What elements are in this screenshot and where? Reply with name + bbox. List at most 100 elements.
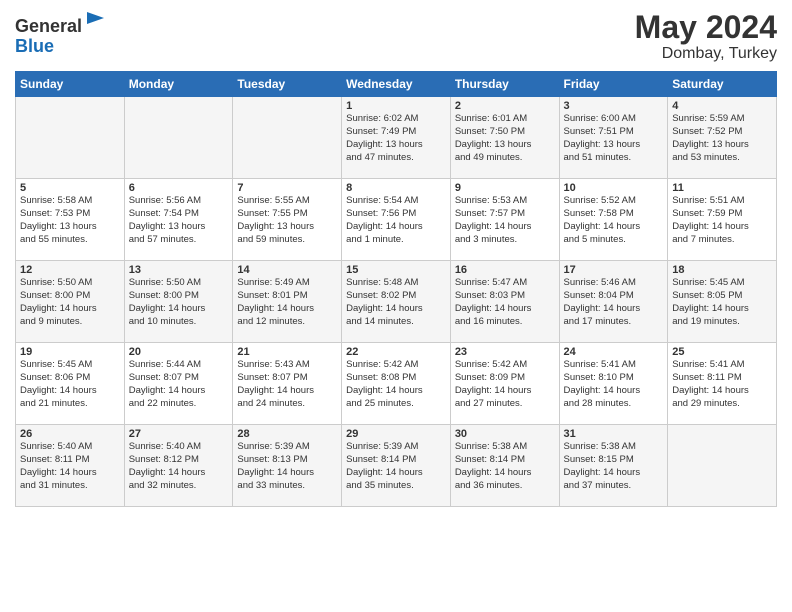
- cell-line: Daylight: 13 hours: [564, 139, 664, 152]
- calendar-cell: 10Sunrise: 5:52 AMSunset: 7:58 PMDayligh…: [559, 179, 668, 261]
- cell-line: Daylight: 14 hours: [346, 303, 446, 316]
- day-number: 9: [455, 182, 555, 194]
- day-number: 2: [455, 100, 555, 112]
- cell-content: Sunrise: 5:52 AMSunset: 7:58 PMDaylight:…: [564, 195, 664, 246]
- cell-line: Sunrise: 5:49 AM: [237, 277, 337, 290]
- day-number: 21: [237, 346, 337, 358]
- cell-line: Sunrise: 5:46 AM: [564, 277, 664, 290]
- cell-content: Sunrise: 5:55 AMSunset: 7:55 PMDaylight:…: [237, 195, 337, 246]
- cell-content: Sunrise: 5:47 AMSunset: 8:03 PMDaylight:…: [455, 277, 555, 328]
- day-number: 5: [20, 182, 120, 194]
- cell-line: Sunrise: 5:40 AM: [129, 441, 229, 454]
- cell-line: Daylight: 14 hours: [237, 303, 337, 316]
- cell-line: Sunset: 8:15 PM: [564, 454, 664, 467]
- cell-line: and 25 minutes.: [346, 398, 446, 411]
- cell-line: Daylight: 13 hours: [455, 139, 555, 152]
- cell-line: and 5 minutes.: [564, 234, 664, 247]
- calendar-cell: 8Sunrise: 5:54 AMSunset: 7:56 PMDaylight…: [342, 179, 451, 261]
- cell-line: Sunrise: 5:38 AM: [564, 441, 664, 454]
- cell-line: Sunrise: 5:41 AM: [672, 359, 772, 372]
- cell-line: and 17 minutes.: [564, 316, 664, 329]
- cell-line: Sunrise: 5:42 AM: [455, 359, 555, 372]
- cell-line: and 53 minutes.: [672, 152, 772, 165]
- cell-line: and 31 minutes.: [20, 480, 120, 493]
- cell-line: Sunset: 8:08 PM: [346, 372, 446, 385]
- cell-line: and 7 minutes.: [672, 234, 772, 247]
- cell-line: Sunrise: 5:52 AM: [564, 195, 664, 208]
- calendar-cell: 3Sunrise: 6:00 AMSunset: 7:51 PMDaylight…: [559, 97, 668, 179]
- calendar-cell: 5Sunrise: 5:58 AMSunset: 7:53 PMDaylight…: [16, 179, 125, 261]
- day-number: 12: [20, 264, 120, 276]
- cell-content: Sunrise: 5:39 AMSunset: 8:14 PMDaylight:…: [346, 441, 446, 492]
- cell-line: Sunrise: 6:01 AM: [455, 113, 555, 126]
- cell-content: Sunrise: 6:02 AMSunset: 7:49 PMDaylight:…: [346, 113, 446, 164]
- cell-line: and 49 minutes.: [455, 152, 555, 165]
- cell-line: and 35 minutes.: [346, 480, 446, 493]
- cell-line: Sunset: 7:55 PM: [237, 208, 337, 221]
- cell-line: and 37 minutes.: [564, 480, 664, 493]
- calendar-cell: 12Sunrise: 5:50 AMSunset: 8:00 PMDayligh…: [16, 261, 125, 343]
- day-number: 11: [672, 182, 772, 194]
- calendar-cell: 17Sunrise: 5:46 AMSunset: 8:04 PMDayligh…: [559, 261, 668, 343]
- cell-line: Sunset: 8:01 PM: [237, 290, 337, 303]
- cell-line: and 33 minutes.: [237, 480, 337, 493]
- cell-line: Sunrise: 6:00 AM: [564, 113, 664, 126]
- cell-line: Sunset: 8:13 PM: [237, 454, 337, 467]
- cell-line: Daylight: 14 hours: [455, 467, 555, 480]
- cell-line: Sunrise: 5:58 AM: [20, 195, 120, 208]
- cell-line: Sunset: 8:10 PM: [564, 372, 664, 385]
- cell-line: Sunset: 8:12 PM: [129, 454, 229, 467]
- cell-line: Sunset: 7:53 PM: [20, 208, 120, 221]
- week-row-3: 12Sunrise: 5:50 AMSunset: 8:00 PMDayligh…: [16, 261, 777, 343]
- cell-line: and 21 minutes.: [20, 398, 120, 411]
- calendar-cell: 27Sunrise: 5:40 AMSunset: 8:12 PMDayligh…: [124, 425, 233, 507]
- day-number: 26: [20, 428, 120, 440]
- col-header-saturday: Saturday: [668, 72, 777, 97]
- day-number: 10: [564, 182, 664, 194]
- cell-line: Sunset: 7:49 PM: [346, 126, 446, 139]
- cell-line: Daylight: 14 hours: [20, 303, 120, 316]
- cell-line: Sunset: 7:51 PM: [564, 126, 664, 139]
- day-number: 6: [129, 182, 229, 194]
- cell-content: Sunrise: 5:49 AMSunset: 8:01 PMDaylight:…: [237, 277, 337, 328]
- day-number: 25: [672, 346, 772, 358]
- cell-line: Sunrise: 5:59 AM: [672, 113, 772, 126]
- cell-line: Daylight: 14 hours: [672, 385, 772, 398]
- cell-content: Sunrise: 5:56 AMSunset: 7:54 PMDaylight:…: [129, 195, 229, 246]
- cell-content: Sunrise: 5:48 AMSunset: 8:02 PMDaylight:…: [346, 277, 446, 328]
- cell-line: and 16 minutes.: [455, 316, 555, 329]
- cell-line: Sunset: 7:57 PM: [455, 208, 555, 221]
- calendar-cell: 31Sunrise: 5:38 AMSunset: 8:15 PMDayligh…: [559, 425, 668, 507]
- cell-content: Sunrise: 6:01 AMSunset: 7:50 PMDaylight:…: [455, 113, 555, 164]
- cell-line: Daylight: 14 hours: [129, 467, 229, 480]
- cell-line: Sunrise: 5:45 AM: [20, 359, 120, 372]
- cell-line: Sunset: 8:04 PM: [564, 290, 664, 303]
- day-number: 7: [237, 182, 337, 194]
- cell-line: and 12 minutes.: [237, 316, 337, 329]
- cell-line: Sunrise: 5:40 AM: [20, 441, 120, 454]
- cell-line: and 19 minutes.: [672, 316, 772, 329]
- page-container: General Blue May 2024 Dombay, Turkey Sun…: [0, 0, 792, 515]
- cell-line: Sunset: 8:14 PM: [455, 454, 555, 467]
- cell-line: and 55 minutes.: [20, 234, 120, 247]
- calendar-cell: 1Sunrise: 6:02 AMSunset: 7:49 PMDaylight…: [342, 97, 451, 179]
- cell-line: Sunrise: 5:42 AM: [346, 359, 446, 372]
- cell-line: Daylight: 14 hours: [237, 385, 337, 398]
- day-number: 15: [346, 264, 446, 276]
- calendar-header: SundayMondayTuesdayWednesdayThursdayFrid…: [16, 72, 777, 97]
- cell-line: and 28 minutes.: [564, 398, 664, 411]
- day-number: 27: [129, 428, 229, 440]
- cell-line: Sunset: 7:52 PM: [672, 126, 772, 139]
- cell-line: Sunrise: 5:54 AM: [346, 195, 446, 208]
- cell-line: Sunset: 8:03 PM: [455, 290, 555, 303]
- cell-line: Sunrise: 5:39 AM: [237, 441, 337, 454]
- cell-line: Daylight: 13 hours: [672, 139, 772, 152]
- cell-line: and 14 minutes.: [346, 316, 446, 329]
- cell-line: Sunset: 8:02 PM: [346, 290, 446, 303]
- cell-line: Sunset: 8:07 PM: [237, 372, 337, 385]
- cell-content: Sunrise: 5:58 AMSunset: 7:53 PMDaylight:…: [20, 195, 120, 246]
- calendar-cell: 24Sunrise: 5:41 AMSunset: 8:10 PMDayligh…: [559, 343, 668, 425]
- day-number: 3: [564, 100, 664, 112]
- day-number: 17: [564, 264, 664, 276]
- cell-line: and 22 minutes.: [129, 398, 229, 411]
